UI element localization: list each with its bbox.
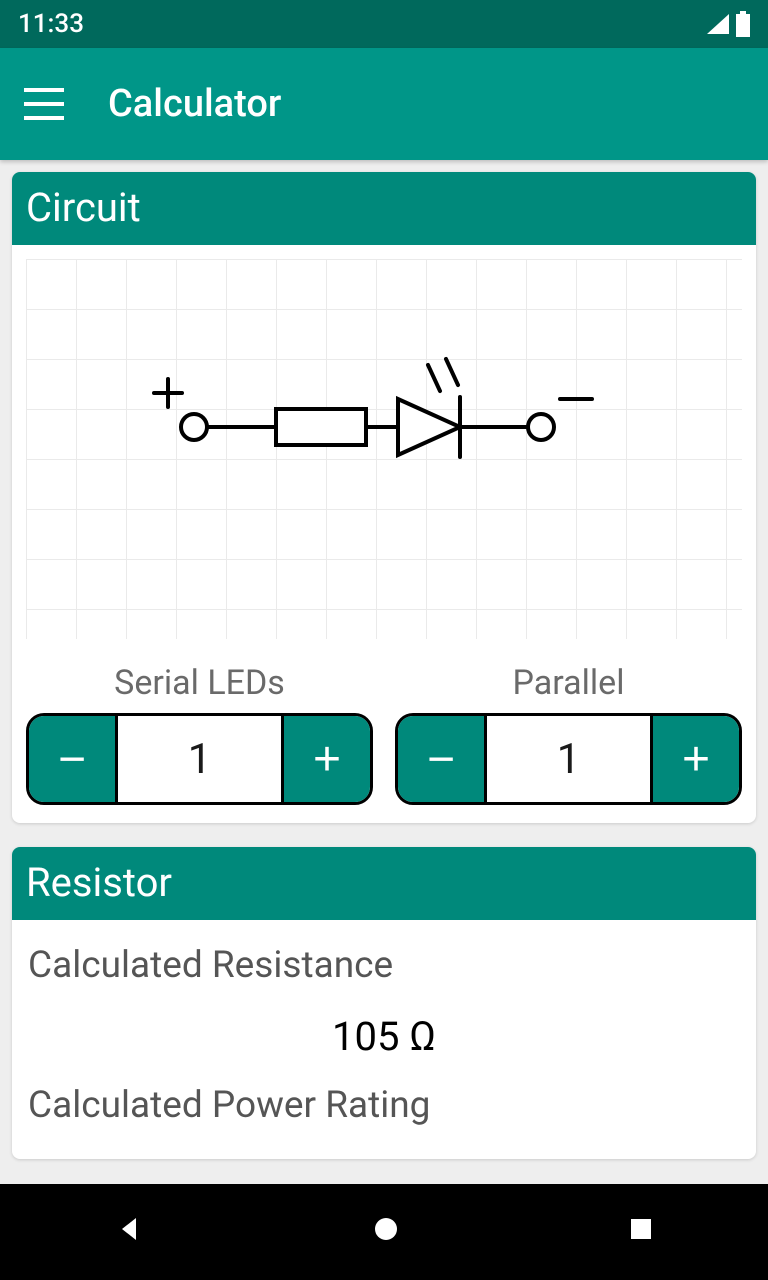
resistor-card: Resistor Calculated Resistance 105 Ω Cal… [12, 847, 756, 1159]
serial-stepper-col: Serial LEDs − 1 + [26, 663, 373, 805]
parallel-stepper: − 1 + [395, 713, 742, 805]
content-area: Circuit [0, 160, 768, 1195]
parallel-increment-button[interactable]: + [653, 716, 739, 802]
signal-icon [706, 13, 730, 35]
calc-power-label: Calculated Power Rating [28, 1084, 740, 1127]
android-nav-bar [0, 1184, 768, 1280]
parallel-stepper-col: Parallel − 1 + [395, 663, 742, 805]
resistor-header: Resistor [12, 847, 756, 920]
status-bar: 11:33 [0, 0, 768, 48]
serial-label: Serial LEDs [26, 663, 373, 703]
circuit-header: Circuit [12, 172, 756, 245]
battery-icon [736, 11, 750, 37]
calc-resistance-label: Calculated Resistance [28, 944, 740, 987]
circuit-card: Circuit [12, 172, 756, 823]
menu-icon[interactable] [24, 88, 64, 120]
serial-increment-button[interactable]: + [284, 716, 370, 802]
serial-decrement-button[interactable]: − [29, 716, 115, 802]
calc-power-row: Calculated Power Rating [26, 1074, 742, 1141]
parallel-label: Parallel [395, 663, 742, 703]
parallel-value[interactable]: 1 [484, 716, 653, 802]
serial-value[interactable]: 1 [115, 716, 284, 802]
status-icons [706, 11, 750, 37]
calc-resistance-row: Calculated Resistance 105 Ω [26, 934, 742, 1074]
serial-stepper: − 1 + [26, 713, 373, 805]
status-time: 11:33 [18, 9, 84, 39]
nav-back-icon[interactable] [114, 1214, 144, 1251]
nav-recent-icon[interactable] [628, 1216, 654, 1249]
parallel-decrement-button[interactable]: − [398, 716, 484, 802]
nav-home-icon[interactable] [372, 1215, 400, 1250]
circuit-diagram [26, 259, 742, 639]
calc-resistance-value: 105 Ω [28, 1013, 740, 1060]
app-bar: Calculator [0, 48, 768, 160]
app-title: Calculator [108, 82, 281, 126]
